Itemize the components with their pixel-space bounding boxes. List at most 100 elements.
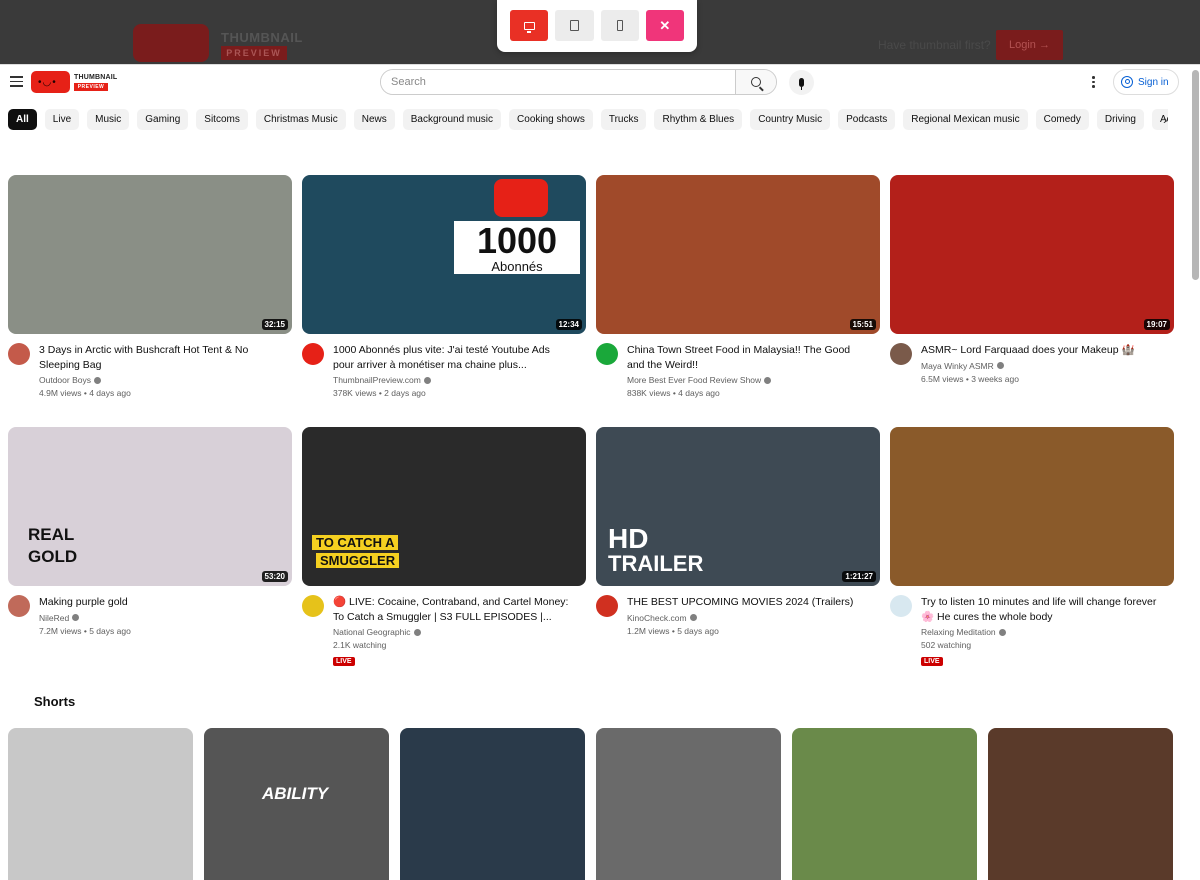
chip-1[interactable]: Live <box>44 109 80 130</box>
video-thumbnail[interactable] <box>890 427 1174 586</box>
thumbnail-subtext: GOLD <box>28 547 78 566</box>
video-info: China Town Street Food in Malaysia!! The… <box>627 343 867 398</box>
video-card[interactable]: HD TRAILER 1:21:27 THE BEST UPCOMING MOVIES… <box>596 427 880 636</box>
chip-7[interactable]: Background music <box>402 109 502 130</box>
video-duration: 1:21:27 <box>842 571 876 582</box>
chip-9[interactable]: Trucks <box>600 109 647 130</box>
youtube-logo[interactable]: •◡• THUMBNAIL PREVIEW <box>31 71 117 95</box>
thumbnail-text: TO CATCH A <box>312 535 399 550</box>
video-stats: 7.2M views • 5 days ago <box>39 625 131 636</box>
video-title[interactable]: China Town Street Food in Malaysia!! The… <box>627 343 867 372</box>
channel-name[interactable]: Maya Winky ASMR <box>921 361 1161 371</box>
channel-name[interactable]: More Best Ever Food Review Show <box>627 375 867 385</box>
desktop-icon <box>523 21 535 33</box>
more-options-icon[interactable] <box>1092 76 1095 90</box>
short-thumbnail[interactable] <box>596 728 781 880</box>
signin-label: Sign in <box>1138 76 1169 88</box>
channel-name[interactable]: Outdoor Boys <box>39 375 279 385</box>
device-toolbar: ✕ <box>497 0 697 52</box>
login-button[interactable]: Login → <box>996 30 1063 60</box>
video-title[interactable]: ASMR~ Lord Farquaad does your Makeup 🏰 <box>921 343 1161 358</box>
search-icon <box>751 77 761 87</box>
chip-2[interactable]: Music <box>87 109 130 130</box>
video-title[interactable]: 3 Days in Arctic with Bushcraft Hot Tent… <box>39 343 279 372</box>
verified-icon <box>996 362 1004 369</box>
scrollbar[interactable] <box>1192 70 1199 280</box>
short-thumbnail[interactable]: ABILITY <box>204 728 389 880</box>
channel-avatar[interactable] <box>890 595 912 617</box>
short-thumbnail[interactable] <box>8 728 193 880</box>
video-card[interactable]: 15:51 China Town Street Food in Malaysia!… <box>596 175 880 398</box>
video-thumbnail[interactable]: 1000 Abonnés 12:34 <box>302 175 586 334</box>
live-badge: LIVE <box>333 657 355 666</box>
video-card[interactable]: TO CATCH A SMUGGLER 🔴 LIVE: Cocaine, Contr… <box>302 427 586 668</box>
video-thumbnail[interactable]: REAL GOLD 53:20 <box>8 427 292 586</box>
signin-button[interactable]: Sign in <box>1113 69 1179 95</box>
chip-8[interactable]: Cooking shows <box>509 109 593 130</box>
chip-14[interactable]: Comedy <box>1035 109 1089 130</box>
chip-6[interactable]: News <box>353 109 395 130</box>
video-thumbnail[interactable]: HD TRAILER 1:21:27 <box>596 427 880 586</box>
video-card[interactable]: Try to listen 10 minutes and life will c… <box>890 427 1174 668</box>
video-thumbnail[interactable]: TO CATCH A SMUGGLER <box>302 427 586 586</box>
mobile-view-button[interactable] <box>600 10 639 41</box>
video-card[interactable]: 32:15 3 Days in Arctic with Bushcraft Hot… <box>8 175 292 398</box>
video-thumbnail[interactable]: 15:51 <box>596 175 880 334</box>
close-preview-button[interactable]: ✕ <box>645 10 684 41</box>
channel-name[interactable]: ThumbnailPreview.com <box>333 375 573 385</box>
channel-avatar[interactable] <box>596 595 618 617</box>
channel-label: More Best Ever Food Review Show <box>627 375 762 385</box>
chip-11[interactable]: Country Music <box>750 109 831 130</box>
video-meta: 1000 Abonnés plus vite: J'ai testé Youtu… <box>302 343 586 398</box>
channel-avatar[interactable] <box>8 343 30 365</box>
desktop-view-button[interactable] <box>510 10 549 41</box>
video-thumbnail[interactable]: 19:07 <box>890 175 1174 334</box>
short-thumbnail[interactable] <box>792 728 977 880</box>
video-title[interactable]: Try to listen 10 minutes and life will c… <box>921 595 1161 624</box>
video-title[interactable]: 🔴 LIVE: Cocaine, Contraband, and Cartel … <box>333 595 573 624</box>
search-input[interactable] <box>381 70 735 94</box>
chip-0[interactable]: All <box>8 109 37 130</box>
channel-name[interactable]: Relaxing Meditation <box>921 627 1161 637</box>
chip-10[interactable]: Rhythm & Blues <box>654 109 743 130</box>
channel-avatar[interactable] <box>890 343 912 365</box>
chevron-right-icon[interactable]: › <box>1163 112 1167 127</box>
short-thumbnail[interactable] <box>988 728 1173 880</box>
channel-name[interactable]: National Geographic <box>333 627 573 637</box>
channel-name[interactable]: NileRed <box>39 613 279 623</box>
chip-15[interactable]: Driving <box>1096 109 1144 130</box>
video-stats: 2.1K watching <box>333 640 387 650</box>
tablet-view-button[interactable] <box>555 10 594 41</box>
voice-search-button[interactable] <box>789 70 814 95</box>
video-title[interactable]: Making purple gold <box>39 595 279 610</box>
search-box <box>380 69 777 95</box>
site-logo-badge <box>133 24 209 62</box>
hamburger-menu-icon[interactable] <box>10 76 23 87</box>
chip-3[interactable]: Gaming <box>137 109 189 130</box>
short-thumbnail[interactable] <box>400 728 585 880</box>
chip-13[interactable]: Regional Mexican music <box>903 109 1028 130</box>
search-button[interactable] <box>735 70 776 94</box>
video-card[interactable]: REAL GOLD 53:20 Making purple gold NileRed 7.… <box>8 427 292 636</box>
video-meta: China Town Street Food in Malaysia!! The… <box>596 343 880 398</box>
channel-label: Outdoor Boys <box>39 375 91 385</box>
video-title[interactable]: 1000 Abonnés plus vite: J'ai testé Youtu… <box>333 343 573 372</box>
video-stats: 6.5M views • 3 weeks ago <box>921 373 1019 384</box>
video-title[interactable]: THE BEST UPCOMING MOVIES 2024 (Trailers) <box>627 595 867 610</box>
channel-avatar[interactable] <box>596 343 618 365</box>
thumbnail-text: REAL <box>28 525 75 544</box>
chip-5[interactable]: Christmas Music <box>255 109 346 130</box>
channel-avatar[interactable] <box>8 595 30 617</box>
video-card[interactable]: 1000 Abonnés 12:34 1000 Abonnés plus vite: … <box>302 175 586 398</box>
verified-icon <box>998 628 1006 636</box>
channel-name[interactable]: KinoCheck.com <box>627 613 867 623</box>
channel-avatar[interactable] <box>302 595 324 617</box>
video-card[interactable]: 19:07 ASMR~ Lord Farquaad does your Makeu… <box>890 175 1174 384</box>
channel-avatar[interactable] <box>302 343 324 365</box>
microphone-icon <box>799 78 804 90</box>
video-stats: 378K views • 2 days ago <box>333 388 426 398</box>
chip-4[interactable]: Sitcoms <box>196 109 248 130</box>
tablet-icon <box>569 20 579 31</box>
video-thumbnail[interactable]: 32:15 <box>8 175 292 334</box>
chip-12[interactable]: Podcasts <box>838 109 896 130</box>
